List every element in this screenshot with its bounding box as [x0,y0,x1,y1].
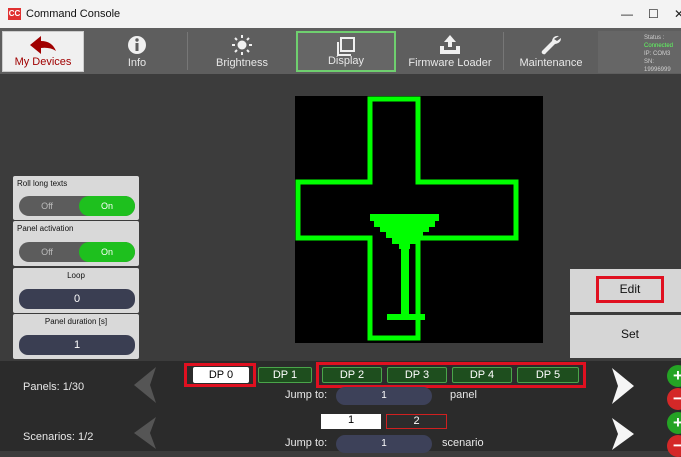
panel-duration-control: Panel duration [s] 1 [13,314,139,359]
roll-long-texts-label: Roll long texts [17,179,68,188]
panels-jump-label: Jump to: [285,389,328,401]
panel-tab-dp4[interactable]: DP 4 [452,367,512,383]
loop-label: Loop [67,271,85,280]
upload-icon [440,35,460,54]
display-button[interactable]: Display [296,31,396,72]
toolbar-divider [503,32,504,70]
status-ip: IP: COM3 [644,51,671,57]
minus-icon: − [673,389,681,408]
panels-prev-arrow-icon[interactable] [130,366,158,404]
connection-status: Status : Connected IP: COM3 SN: 19996999 [598,31,681,73]
minus-icon: − [673,436,681,455]
panels-counter: Panels: 1/30 [23,381,85,393]
window-title: Command Console [26,8,121,20]
panel-tab-dp5[interactable]: DP 5 [517,367,579,383]
roll-long-texts-control: Roll long texts Off On [13,176,139,220]
toggle-off-label: Off [41,247,53,257]
roll-long-texts-toggle[interactable]: Off On [19,196,135,216]
bottom-navigation: Panels: 1/30 Scenarios: 1/2 DP 0 DP 1 DP… [0,361,681,457]
firmware-loader-button[interactable]: Firmware Loader [398,31,502,72]
toggle-on-label: On [79,242,135,262]
panel-duration-label: Panel duration [s] [44,317,108,326]
set-button-label: Set [620,327,639,341]
maximize-button[interactable]: ☐ [648,7,659,21]
panels-next-arrow-icon[interactable] [610,367,638,405]
status-sn: SN: 19996999 [644,59,671,73]
scenarios-jump-input[interactable]: 1 [336,435,432,453]
plus-icon: + [673,413,681,432]
loop-value-field[interactable]: 0 [19,289,135,309]
wrench-icon [541,35,561,55]
close-button[interactable]: ✕ [674,7,681,21]
set-button[interactable]: Set [570,315,681,358]
panel-activation-label: Panel activation [17,224,74,233]
title-bar: CC Command Console — ☐ ✕ [0,0,681,28]
edit-button-label: Edit [596,276,664,303]
remove-scenario-button[interactable]: − [667,435,681,457]
add-scenario-button[interactable]: + [667,412,681,434]
main-panel: Roll long texts Off On Panel activation … [0,74,681,361]
panels-jump-unit: panel [450,389,477,401]
remove-panel-button[interactable]: − [667,388,681,410]
minimize-button[interactable]: — [621,7,633,21]
status-title: Status : [644,35,665,41]
my-devices-button[interactable]: My Devices [2,31,84,72]
panel-activation-toggle[interactable]: Off On [19,242,135,262]
scenarios-jump-label: Jump to: [285,437,328,449]
info-icon [128,36,146,54]
scenario-tab-1[interactable]: 1 [321,414,381,429]
toggle-off-label: Off [41,201,53,211]
app-icon: CC [8,8,21,20]
led-display-preview [295,96,543,343]
panel-tab-dp2[interactable]: DP 2 [322,367,382,383]
plus-icon: + [673,366,681,385]
back-arrow-icon [30,36,56,54]
scenarios-next-arrow-icon[interactable] [610,417,638,451]
panel-tab-dp0[interactable]: DP 0 [193,367,249,383]
add-panel-button[interactable]: + [667,365,681,387]
panel-activation-control: Panel activation Off On [13,221,139,266]
panel-tab-dp1[interactable]: DP 1 [258,367,312,383]
scenarios-prev-arrow-icon[interactable] [130,416,158,450]
panel-duration-field[interactable]: 1 [19,335,135,355]
sun-icon [232,35,252,55]
toolbar-divider [187,32,188,70]
pharmacy-cross-icon [295,96,519,341]
panel-tab-dp3[interactable]: DP 3 [387,367,447,383]
loop-control: Loop 0 [13,268,139,313]
scenarios-jump-unit: scenario [442,437,484,449]
status-state: Connected [644,43,674,49]
maintenance-button[interactable]: Maintenance [508,31,594,72]
edit-button[interactable]: Edit [570,269,681,312]
main-toolbar: My Devices Info Brightness Display Firmw… [0,28,681,74]
panels-jump-input[interactable]: 1 [336,387,432,405]
brightness-button[interactable]: Brightness [192,31,292,72]
scenario-tab-2[interactable]: 2 [386,414,447,429]
info-button[interactable]: Info [96,31,178,72]
toggle-on-label: On [79,196,135,216]
scenarios-counter: Scenarios: 1/2 [23,431,94,443]
